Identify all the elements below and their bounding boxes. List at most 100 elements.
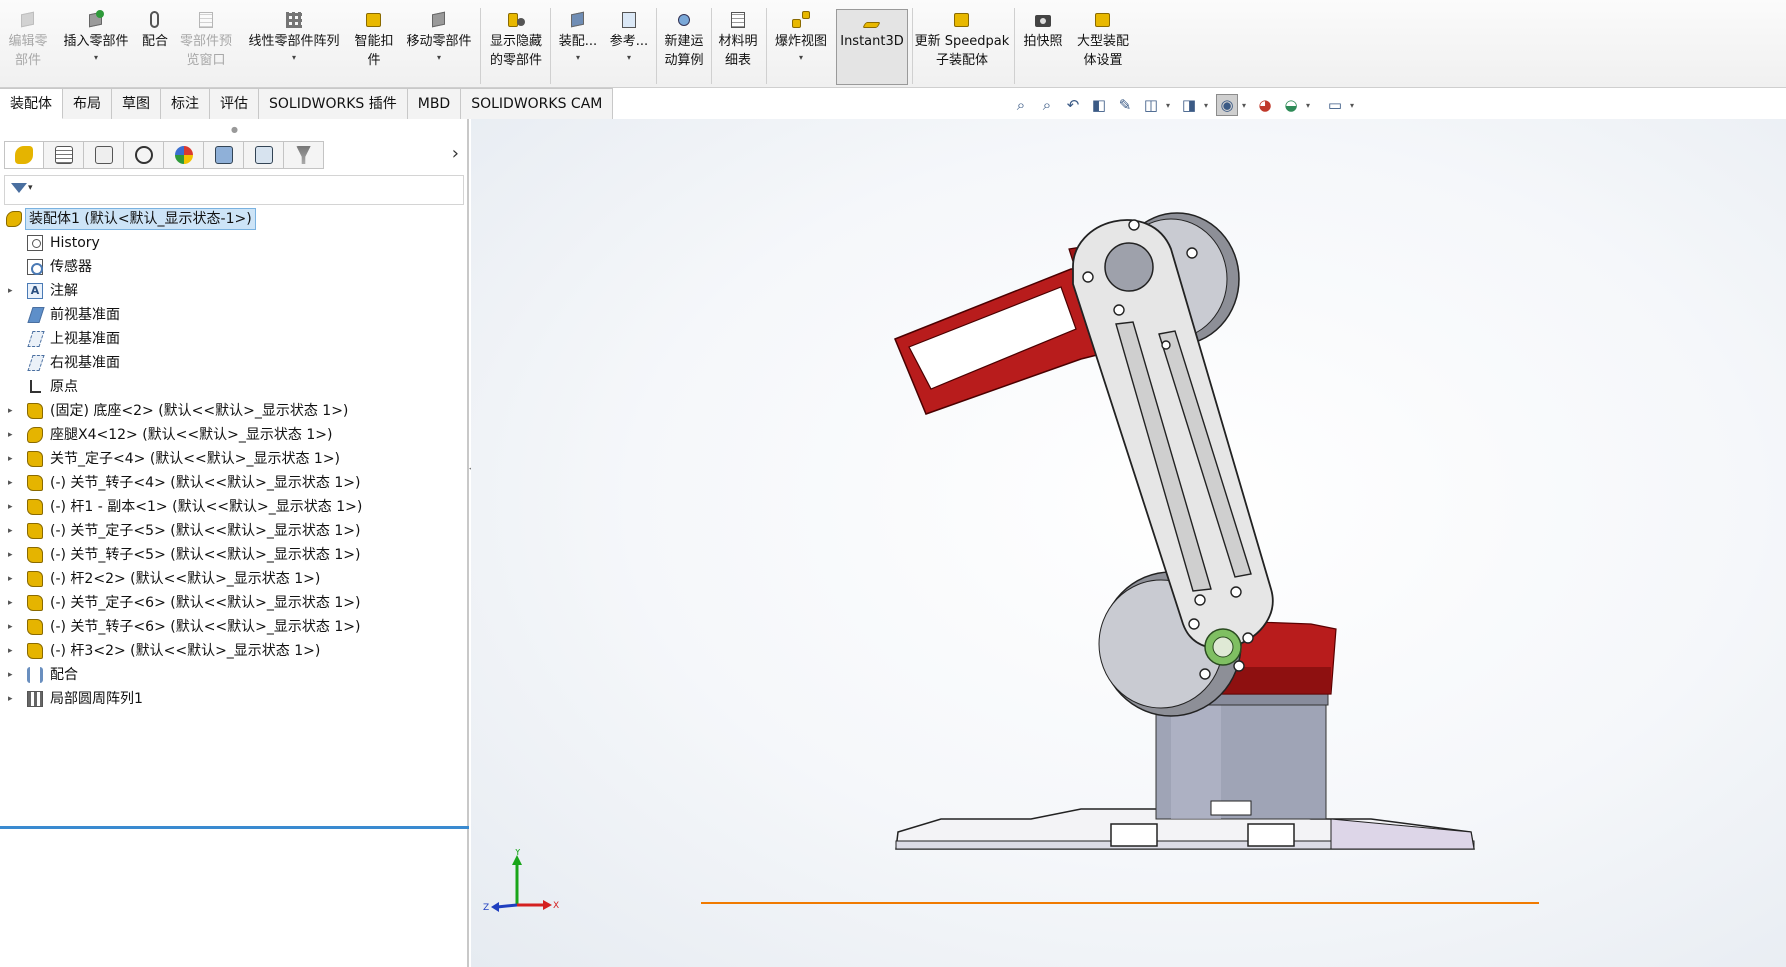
edit-appearance-icon[interactable]: ◕ bbox=[1254, 94, 1276, 116]
tab-evaluate[interactable]: 评估 bbox=[210, 88, 259, 119]
tree-item[interactable]: ▸ 配合 bbox=[0, 663, 469, 687]
expand-arrow-icon[interactable]: ▸ bbox=[8, 279, 18, 303]
tab-camview[interactable] bbox=[204, 141, 244, 169]
tab-featuremanager[interactable] bbox=[4, 141, 44, 169]
tree-item[interactable]: 上视基准面 bbox=[0, 327, 469, 351]
move-component-button[interactable]: 移动零部件 ▾ bbox=[402, 10, 476, 86]
tree-item[interactable]: ▸ (-) 关节_转子<5> (默认<<默认>_显示状态 1>) bbox=[0, 543, 469, 567]
tree-item[interactable]: ▸ (-) 关节_转子<4> (默认<<默认>_显示状态 1>) bbox=[0, 471, 469, 495]
tree-item[interactable]: ▸ A 注解 bbox=[0, 279, 469, 303]
tree-rollback-bar[interactable] bbox=[0, 826, 469, 829]
large-assembly-settings-button[interactable]: 大型装配 体设置 bbox=[1070, 10, 1136, 86]
tab-layout[interactable]: 布局 bbox=[63, 88, 112, 119]
tab-solidworks-cam[interactable]: SOLIDWORKS CAM bbox=[461, 88, 614, 119]
expand-arrow-icon[interactable]: ▸ bbox=[8, 495, 18, 519]
tree-item[interactable]: 传感器 bbox=[0, 255, 469, 279]
zoom-to-fit-icon[interactable]: ⌕ bbox=[1010, 94, 1032, 116]
dropdown-arrow-icon[interactable]: ▾ bbox=[292, 53, 296, 63]
dropdown-arrow-icon[interactable]: ▾ bbox=[94, 53, 98, 63]
tree-item[interactable]: ▸ (-) 杆3<2> (默认<<默认>_显示状态 1>) bbox=[0, 639, 469, 663]
mate-button[interactable]: 配合 bbox=[138, 10, 172, 86]
tree-item[interactable]: ▸ (固定) 底座<2> (默认<<默认>_显示状态 1>) bbox=[0, 399, 469, 423]
assembly-features-button[interactable]: 装配... ▾ bbox=[554, 10, 602, 86]
expand-arrow-icon[interactable]: ▸ bbox=[8, 543, 18, 567]
graphics-viewport[interactable]: Y X Z bbox=[471, 119, 1786, 967]
new-motion-study-button[interactable]: 新建运 动算例 bbox=[660, 10, 708, 86]
ribbon-separator bbox=[656, 8, 657, 84]
display-style-icon[interactable]: ◨ bbox=[1178, 94, 1200, 116]
insert-component-button[interactable]: 插入零部件 ▾ bbox=[58, 10, 134, 86]
chevron-down-icon[interactable]: ▾ bbox=[1306, 101, 1314, 110]
tree-item[interactable]: 前视基准面 bbox=[0, 303, 469, 327]
take-snapshot-button[interactable]: 拍快照 bbox=[1018, 10, 1068, 86]
edit-component-button[interactable]: 编辑零 部件 bbox=[6, 10, 50, 86]
expand-arrow-icon[interactable]: ▸ bbox=[8, 447, 18, 471]
section-view-icon[interactable]: ◧ bbox=[1088, 94, 1110, 116]
instant3d-button[interactable]: Instant3D bbox=[836, 9, 908, 85]
smart-fasteners-button[interactable]: 智能扣 件 bbox=[350, 10, 398, 86]
previous-view-icon[interactable]: ↶ bbox=[1062, 94, 1084, 116]
robot-arm-model[interactable] bbox=[471, 119, 1786, 967]
dynamic-annotation-icon[interactable]: ✎ bbox=[1114, 94, 1136, 116]
exploded-view-button[interactable]: 爆炸视图 ▾ bbox=[770, 10, 832, 86]
expand-arrow-icon[interactable]: ▸ bbox=[8, 567, 18, 591]
expand-arrow-icon[interactable]: ▸ bbox=[8, 615, 18, 639]
tree-item[interactable]: ▸ (-) 杆2<2> (默认<<默认>_显示状态 1>) bbox=[0, 567, 469, 591]
tab-cam-operation[interactable] bbox=[244, 141, 284, 169]
show-hidden-components-button[interactable]: 显示隐藏 的零部件 bbox=[486, 10, 546, 86]
tree-item[interactable]: ▸ 关节_定子<4> (默认<<默认>_显示状态 1>) bbox=[0, 447, 469, 471]
tree-item[interactable]: ▸ (-) 关节_定子<6> (默认<<默认>_显示状态 1>) bbox=[0, 591, 469, 615]
dropdown-arrow-icon[interactable]: ▾ bbox=[437, 53, 441, 63]
zoom-to-area-icon[interactable]: ⌕ bbox=[1036, 94, 1058, 116]
filter-icon[interactable] bbox=[11, 181, 33, 199]
dropdown-arrow-icon[interactable]: ▾ bbox=[576, 53, 580, 63]
tab-cam-tools[interactable] bbox=[284, 141, 324, 169]
expand-arrow-icon[interactable]: ▸ bbox=[8, 399, 18, 423]
tree-item-label: 上视基准面 bbox=[50, 331, 120, 347]
tab-dimxpertmanager[interactable] bbox=[124, 141, 164, 169]
tree-item[interactable]: ▸ (-) 杆1 - 副本<1> (默认<<默认>_显示状态 1>) bbox=[0, 495, 469, 519]
expand-arrow-icon[interactable]: ▸ bbox=[8, 591, 18, 615]
tree-item[interactable]: 右视基准面 bbox=[0, 351, 469, 375]
update-speedpak-button[interactable]: 更新 Speedpak 子装配体 bbox=[914, 10, 1010, 86]
expand-arrow-icon[interactable]: ▸ bbox=[8, 471, 18, 495]
tab-solidworks-addins[interactable]: SOLIDWORKS 插件 bbox=[259, 88, 408, 119]
chevron-down-icon[interactable]: ▾ bbox=[1350, 101, 1358, 110]
chevron-down-icon[interactable]: ▾ bbox=[1242, 101, 1250, 110]
panel-grip[interactable]: ● bbox=[0, 119, 469, 141]
dropdown-arrow-icon[interactable]: ▾ bbox=[799, 53, 803, 63]
bill-of-materials-button[interactable]: 材料明 细表 bbox=[714, 10, 762, 86]
tree-item[interactable]: ▸ 局部圆周阵列1 bbox=[0, 687, 469, 711]
tab-mbd[interactable]: MBD bbox=[407, 88, 462, 119]
tab-assembly[interactable]: 装配体 bbox=[0, 88, 63, 119]
tree-item[interactable]: 原点 bbox=[0, 375, 469, 399]
expand-arrow-icon[interactable]: ▸ bbox=[8, 519, 18, 543]
tree-filter[interactable] bbox=[4, 175, 464, 205]
tab-configurationmanager[interactable] bbox=[84, 141, 124, 169]
tree-item[interactable]: ▸ (-) 关节_定子<5> (默认<<默认>_显示状态 1>) bbox=[0, 519, 469, 543]
tree-item[interactable]: History bbox=[0, 231, 469, 255]
chevron-right-icon[interactable]: › bbox=[452, 143, 459, 164]
reference-geometry-button[interactable]: 参考... ▾ bbox=[606, 10, 652, 86]
tree-root-assembly[interactable]: 装配体1 (默认<默认_显示状态-1>) bbox=[0, 207, 469, 231]
tab-displaymanager[interactable] bbox=[164, 141, 204, 169]
tree-item[interactable]: ▸ (-) 关节_转子<6> (默认<<默认>_显示状态 1>) bbox=[0, 615, 469, 639]
tab-markup[interactable]: 标注 bbox=[161, 88, 210, 119]
tree-item[interactable]: ▸ 座腿X4<12> (默认<<默认>_显示状态 1>) bbox=[0, 423, 469, 447]
expand-arrow-icon[interactable]: ▸ bbox=[8, 687, 18, 711]
expand-arrow-icon[interactable]: ▸ bbox=[8, 663, 18, 687]
expand-arrow-icon[interactable]: ▸ bbox=[8, 639, 18, 663]
component-preview-window-button[interactable]: 零部件预 览窗口 bbox=[176, 10, 236, 86]
tab-propertymanager[interactable] bbox=[44, 141, 84, 169]
view-settings-icon[interactable]: ▭ bbox=[1324, 94, 1346, 116]
chevron-down-icon[interactable]: ▾ bbox=[1166, 101, 1174, 110]
linear-component-pattern-button[interactable]: 线性零部件阵列 ▾ bbox=[242, 10, 346, 86]
hide-show-items-icon[interactable]: ◉ bbox=[1216, 94, 1238, 116]
expand-arrow-icon[interactable]: ▸ bbox=[8, 423, 18, 447]
dropdown-arrow-icon[interactable]: ▾ bbox=[627, 53, 631, 63]
tab-sketch[interactable]: 草图 bbox=[112, 88, 161, 119]
chevron-down-icon[interactable]: ▾ bbox=[1204, 101, 1212, 110]
apply-scene-icon[interactable]: ◒ bbox=[1280, 94, 1302, 116]
ribbon-separator bbox=[480, 8, 481, 84]
view-orientation-icon[interactable]: ◫ bbox=[1140, 94, 1162, 116]
